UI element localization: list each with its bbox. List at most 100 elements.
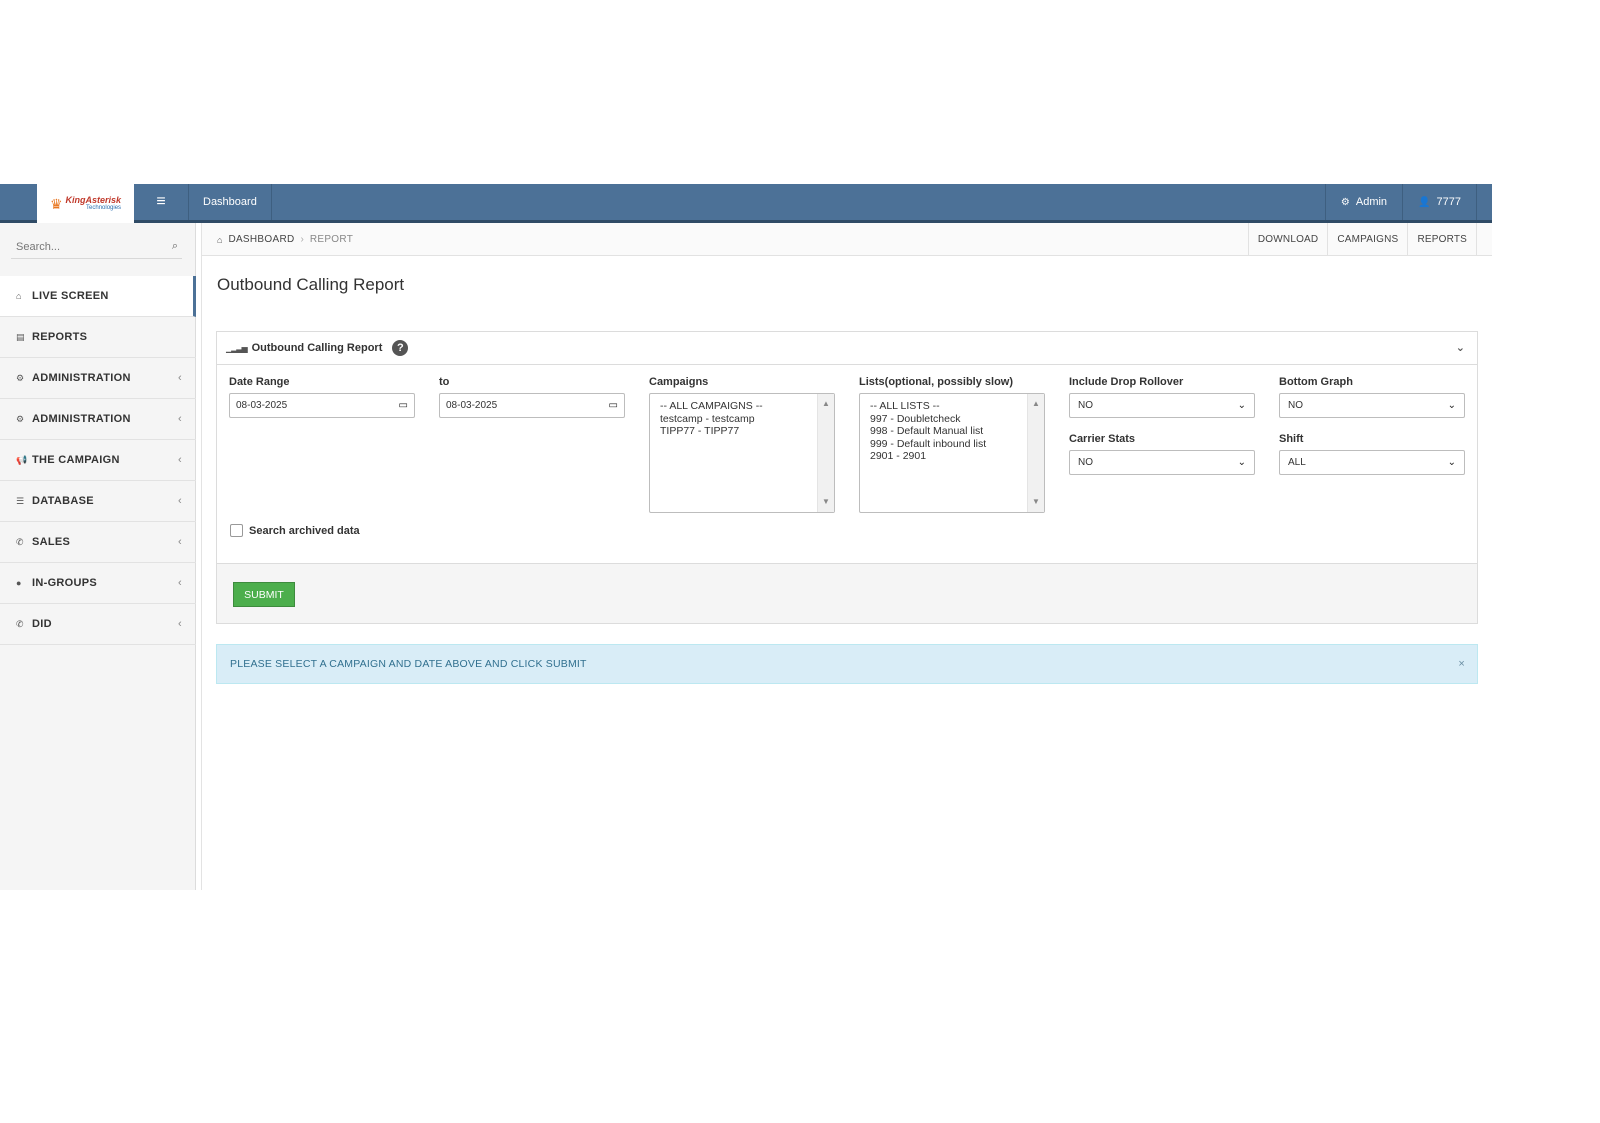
- scrollbar[interactable]: ▲ ▼: [1027, 394, 1044, 512]
- sidebar-item-database[interactable]: ☰ DATABASE ‹: [0, 481, 196, 522]
- sidebar-item-sales[interactable]: ✆ SALES ‹: [0, 522, 196, 563]
- list-option[interactable]: 998 - Default Manual list: [870, 425, 1044, 438]
- panel-footer: SUBMIT: [217, 563, 1477, 623]
- carrier-stats-select[interactable]: NO ⌄: [1069, 450, 1255, 475]
- shift-value: ALL: [1288, 457, 1306, 468]
- gear-icon: ⚙: [16, 413, 25, 424]
- breadcrumb-current: REPORT: [309, 234, 354, 245]
- carrier-stats-field: Carrier Stats NO ⌄: [1069, 433, 1255, 475]
- breadcrumb-dashboard-link[interactable]: DASHBOARD: [228, 234, 294, 245]
- nav-dashboard-link[interactable]: Dashboard: [189, 184, 272, 220]
- sidebar-item-did[interactable]: ✆ DID ‹: [0, 604, 196, 645]
- sidebar-item-label: SALES: [32, 536, 71, 548]
- logo-text: KingAsterisk: [65, 195, 122, 205]
- campaigns-field: Campaigns -- ALL CAMPAIGNS -- testcamp -…: [649, 376, 835, 513]
- drop-rollover-select[interactable]: NO ⌄: [1069, 393, 1255, 418]
- reports-link[interactable]: REPORTS: [1407, 223, 1477, 256]
- sidebar-item-reports[interactable]: ▤ REPORTS: [0, 317, 196, 358]
- info-alert: PLEASE SELECT A CAMPAIGN AND DATE ABOVE …: [216, 644, 1478, 684]
- chevron-down-icon[interactable]: ⌄: [1456, 341, 1465, 354]
- archived-checkbox[interactable]: [230, 524, 243, 537]
- download-link[interactable]: DOWNLOAD: [1247, 223, 1328, 256]
- date-range-label: Date Range: [229, 376, 290, 388]
- calendar-icon[interactable]: ▭: [399, 400, 408, 411]
- archived-label: Search archived data: [249, 524, 360, 537]
- date-from-input[interactable]: 08-03-2025 ▭: [229, 393, 415, 418]
- breadcrumb: ⌂ DASHBOARD › REPORT: [217, 223, 353, 256]
- lists-select[interactable]: -- ALL LISTS -- 997 - Doubletcheck 998 -…: [859, 393, 1045, 513]
- panel-body: Date Range 08-03-2025 ▭ to 08-03-2025 ▭ …: [217, 365, 1477, 562]
- sidebar-item-label: ADMINISTRATION: [32, 372, 131, 384]
- scroll-up-icon[interactable]: ▲: [822, 398, 830, 411]
- page-title: Outbound Calling Report: [217, 275, 405, 294]
- brand-logo[interactable]: ♛ KingAsterisk Technologies: [37, 184, 134, 223]
- sidebar-item-label: THE CAMPAIGN: [32, 454, 120, 466]
- date-to-value: 08-03-2025: [446, 400, 498, 411]
- campaign-option[interactable]: TIPP77 - TIPP77: [660, 425, 834, 438]
- admin-menu[interactable]: ⚙ Admin: [1324, 184, 1402, 220]
- date-to-input[interactable]: 08-03-2025 ▭: [439, 393, 625, 418]
- chevron-left-icon: ‹: [178, 495, 182, 507]
- search-icon[interactable]: ⌕: [172, 240, 178, 253]
- shift-label: Shift: [1279, 433, 1304, 445]
- scroll-down-icon[interactable]: ▼: [1032, 496, 1040, 509]
- chevron-down-icon: ⌄: [1237, 400, 1246, 411]
- user-icon: 👤: [1418, 196, 1431, 208]
- sidebar-item-label: ADMINISTRATION: [32, 413, 131, 425]
- menu-toggle-button[interactable]: ≡: [134, 184, 189, 220]
- list-option[interactable]: 999 - Default inbound list: [870, 438, 1044, 451]
- list-option[interactable]: 2901 - 2901: [870, 450, 1044, 463]
- campaigns-select[interactable]: -- ALL CAMPAIGNS -- testcamp - testcamp …: [649, 393, 835, 513]
- date-from-field: Date Range 08-03-2025 ▭: [229, 376, 415, 418]
- chart-icon: ▤: [16, 331, 25, 342]
- sidebar-item-label: REPORTS: [32, 331, 88, 343]
- user-label: 7777: [1436, 196, 1461, 208]
- sidebar-item-in-groups[interactable]: ● IN-GROUPS ‹: [0, 563, 196, 604]
- breadcrumb-bar: ⌂ DASHBOARD › REPORT DOWNLOAD CAMPAIGNS …: [202, 223, 1492, 256]
- bottom-graph-select[interactable]: NO ⌄: [1279, 393, 1465, 418]
- carrier-stats-label: Carrier Stats: [1069, 433, 1136, 445]
- panel-header: ▁▂▃▅ Outbound Calling Report ? ⌄: [217, 332, 1477, 365]
- app-root: ♛ KingAsterisk Technologies ≡ Dashboard …: [0, 184, 1492, 890]
- calendar-icon[interactable]: ▭: [609, 400, 618, 411]
- sidebar: ⌕ ⌂ LIVE SCREEN ▤ REPORTS ⚙ ADMINISTRATI…: [0, 223, 202, 890]
- chevron-left-icon: ‹: [178, 618, 182, 630]
- sidebar-item-label: LIVE SCREEN: [32, 290, 109, 302]
- sidebar-item-live-screen[interactable]: ⌂ LIVE SCREEN: [0, 276, 196, 317]
- sidebar-item-administration-2[interactable]: ⚙ ADMINISTRATION ‹: [0, 399, 196, 440]
- gear-icon: ⚙: [16, 372, 25, 383]
- logo-wordmark: KingAsterisk Technologies: [65, 195, 122, 212]
- logo-subtext: Technologies: [86, 205, 122, 211]
- campaign-option[interactable]: -- ALL CAMPAIGNS --: [660, 400, 834, 413]
- sidebar-item-the-campaign[interactable]: 📢 THE CAMPAIGN ‹: [0, 440, 196, 481]
- list-option[interactable]: -- ALL LISTS --: [870, 400, 1044, 413]
- chevron-down-icon: ⌄: [1447, 400, 1456, 411]
- user-menu[interactable]: 👤 7777: [1402, 184, 1477, 220]
- main-content: ⌂ DASHBOARD › REPORT DOWNLOAD CAMPAIGNS …: [202, 223, 1492, 890]
- list-option[interactable]: 997 - Doubletcheck: [870, 413, 1044, 426]
- date-from-value: 08-03-2025: [236, 400, 288, 411]
- campaign-option[interactable]: testcamp - testcamp: [660, 413, 834, 426]
- signal-bars-icon: ▁▂▃▅: [226, 343, 248, 353]
- shift-select[interactable]: ALL ⌄: [1279, 450, 1465, 475]
- scroll-up-icon[interactable]: ▲: [1032, 398, 1040, 411]
- campaigns-link[interactable]: CAMPAIGNS: [1327, 223, 1407, 256]
- admin-label: Admin: [1355, 196, 1388, 208]
- submit-button[interactable]: SUBMIT: [233, 582, 295, 607]
- chevron-down-icon: ⌄: [1237, 457, 1246, 468]
- sidebar-item-label: DATABASE: [32, 495, 94, 507]
- date-to-field: to 08-03-2025 ▭: [439, 376, 625, 418]
- scrollbar[interactable]: ▲ ▼: [817, 394, 834, 512]
- hamburger-icon: ≡: [156, 193, 166, 210]
- help-icon[interactable]: ?: [392, 340, 409, 356]
- sidebar-item-label: DID: [32, 618, 52, 630]
- sidebar-item-label: IN-GROUPS: [32, 577, 98, 589]
- chevron-down-icon: ⌄: [1447, 457, 1456, 468]
- sidebar-item-administration[interactable]: ⚙ ADMINISTRATION ‹: [0, 358, 196, 399]
- search-input[interactable]: [11, 240, 161, 253]
- carrier-stats-value: NO: [1078, 457, 1093, 468]
- sidebar-search: ⌕: [11, 235, 182, 259]
- sidebar-nav: ⌂ LIVE SCREEN ▤ REPORTS ⚙ ADMINISTRATION…: [0, 276, 196, 645]
- scroll-down-icon[interactable]: ▼: [822, 496, 830, 509]
- close-icon[interactable]: ×: [1458, 658, 1465, 670]
